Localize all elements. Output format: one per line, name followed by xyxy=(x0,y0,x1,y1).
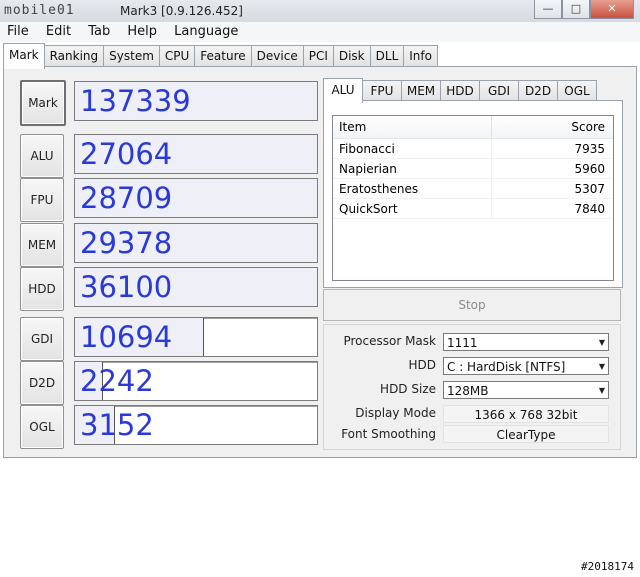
d2d-score-box: 2242 xyxy=(74,361,318,401)
tab-pci[interactable]: PCI xyxy=(302,45,334,67)
tab-feature[interactable]: Feature xyxy=(194,45,252,67)
list-header: Item Score xyxy=(333,116,613,139)
chevron-down-icon: ▼ xyxy=(598,338,605,347)
mark-score: 137339 xyxy=(80,84,191,118)
menu-language[interactable]: Language xyxy=(167,22,244,39)
hdd-select[interactable]: C : HardDisk [NTFS] ▼ xyxy=(443,357,609,375)
tab-device[interactable]: Device xyxy=(250,45,304,67)
fpu-score: 28709 xyxy=(80,181,173,215)
subtab-fpu[interactable]: FPU xyxy=(362,80,402,101)
menu-help[interactable]: Help xyxy=(120,22,163,39)
main-tabs: Mark Ranking System CPU Feature Device P… xyxy=(3,43,438,69)
mem-button[interactable]: MEM xyxy=(20,223,64,267)
window-controls: — □ ✕ xyxy=(534,0,634,19)
chevron-down-icon: ▼ xyxy=(598,362,605,371)
hdd-size-value: 128MB xyxy=(447,384,489,398)
font-smoothing-value: ClearType xyxy=(443,425,609,443)
menu-tab[interactable]: Tab xyxy=(81,22,116,39)
menu-bar: File Edit Tab Help Language xyxy=(0,22,640,42)
fpu-button[interactable]: FPU xyxy=(20,178,64,222)
ogl-score-box: 3152 xyxy=(74,405,318,445)
row-item: Napierian xyxy=(333,159,492,178)
column-header-score[interactable]: Score xyxy=(492,116,613,138)
processor-mask-value: 1111 xyxy=(447,336,478,350)
menu-file[interactable]: File xyxy=(0,22,35,39)
chevron-down-icon: ▼ xyxy=(598,386,605,395)
ogl-button[interactable]: OGL xyxy=(20,405,64,449)
processor-mask-select[interactable]: 1111 ▼ xyxy=(443,333,609,351)
display-mode-label: Display Mode xyxy=(355,406,436,420)
row-score: 7935 xyxy=(574,142,605,156)
mem-score: 29378 xyxy=(80,226,173,260)
alu-button[interactable]: ALU xyxy=(20,134,64,178)
alu-score-box: 27064 xyxy=(74,134,318,174)
subtab-hdd[interactable]: HDD xyxy=(440,80,480,101)
detail-tabs: ALU FPU MEM HDD GDI D2D OGL xyxy=(323,78,597,103)
subtab-d2d[interactable]: D2D xyxy=(518,80,558,101)
hdd-button[interactable]: HDD xyxy=(20,267,64,311)
subtab-mem[interactable]: MEM xyxy=(401,80,441,101)
gdi-button[interactable]: GDI xyxy=(20,317,64,361)
mem-score-box: 29378 xyxy=(74,223,318,263)
mobile01-logo: mobile01 xyxy=(4,3,75,18)
watermark-text: #2018174 xyxy=(581,560,634,573)
maximize-button[interactable]: □ xyxy=(562,0,590,19)
gdi-score: 10694 xyxy=(80,320,173,354)
tab-info[interactable]: Info xyxy=(403,45,438,67)
subtab-ogl[interactable]: OGL xyxy=(557,80,597,101)
hdd-score-box: 36100 xyxy=(74,267,318,307)
list-row[interactable]: Fibonacci 7935 xyxy=(333,139,613,159)
row-item: Fibonacci xyxy=(333,139,492,158)
score-list[interactable]: Item Score Fibonacci 7935 Napierian 5960… xyxy=(332,115,614,281)
hdd-score: 36100 xyxy=(80,270,173,304)
hdd-size-select[interactable]: 128MB ▼ xyxy=(443,381,609,399)
alu-score: 27064 xyxy=(80,137,173,171)
close-button[interactable]: ✕ xyxy=(590,0,634,19)
alu-detail-panel: Item Score Fibonacci 7935 Napierian 5960… xyxy=(323,100,623,288)
fpu-score-box: 28709 xyxy=(74,178,318,218)
settings-group: Processor Mask 1111 ▼ HDD C : HardDisk [… xyxy=(323,324,621,450)
subtab-alu[interactable]: ALU xyxy=(323,78,363,103)
gdi-score-box: 10694 xyxy=(74,317,318,357)
font-smoothing-label: Font Smoothing xyxy=(341,427,436,441)
window-title: Mark3 [0.9.126.452] xyxy=(120,4,243,18)
tab-dll[interactable]: DLL xyxy=(369,45,405,67)
tab-ranking[interactable]: Ranking xyxy=(43,45,105,67)
row-item: Eratosthenes xyxy=(333,179,492,198)
tab-disk[interactable]: Disk xyxy=(332,45,371,67)
ogl-score: 3152 xyxy=(80,408,154,442)
stop-button[interactable]: Stop xyxy=(323,289,621,321)
list-row[interactable]: Eratosthenes 5307 xyxy=(333,179,613,199)
display-mode-value: 1366 x 768 32bit xyxy=(443,405,609,423)
tab-mark[interactable]: Mark xyxy=(3,43,45,69)
list-row[interactable]: QuickSort 7840 xyxy=(333,199,613,219)
row-score: 5307 xyxy=(574,182,605,196)
minimize-button[interactable]: — xyxy=(534,0,562,19)
hdd-value: C : HardDisk [NTFS] xyxy=(447,360,566,374)
d2d-button[interactable]: D2D xyxy=(20,361,64,405)
hdd-label: HDD xyxy=(408,358,436,372)
list-row[interactable]: Napierian 5960 xyxy=(333,159,613,179)
processor-mask-label: Processor Mask xyxy=(343,334,436,348)
mark-button[interactable]: Mark xyxy=(20,80,66,126)
row-score: 5960 xyxy=(574,162,605,176)
mark-score-box: 137339 xyxy=(74,81,318,121)
column-header-item[interactable]: Item xyxy=(333,116,492,138)
title-bar: mobile01 Mark3 [0.9.126.452] — □ ✕ xyxy=(0,0,640,23)
tab-system[interactable]: System xyxy=(103,45,160,67)
menu-edit[interactable]: Edit xyxy=(39,22,77,39)
row-score: 7840 xyxy=(574,202,605,216)
hdd-size-label: HDD Size xyxy=(380,382,436,396)
d2d-score: 2242 xyxy=(80,364,154,398)
tab-cpu[interactable]: CPU xyxy=(158,45,196,67)
row-item: QuickSort xyxy=(333,199,492,218)
subtab-gdi[interactable]: GDI xyxy=(479,80,519,101)
